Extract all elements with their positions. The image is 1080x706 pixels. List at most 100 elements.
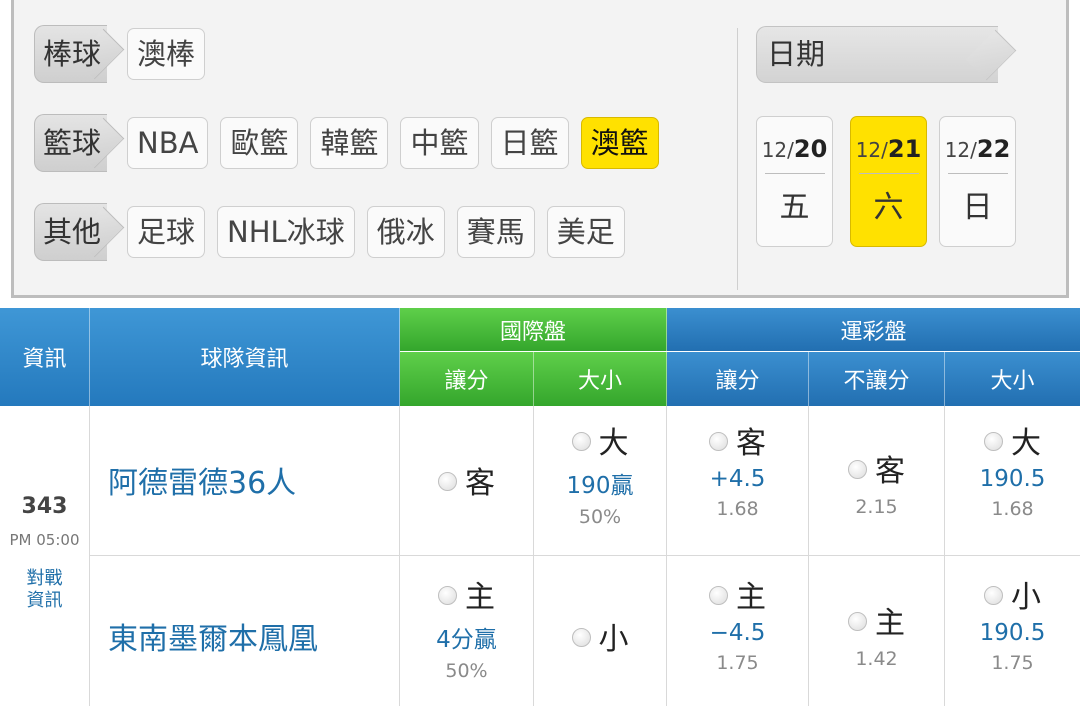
league-chip[interactable]: 美足 xyxy=(546,206,625,258)
bet-option: 主 4分贏 50% xyxy=(400,572,533,682)
date-text: 12/20 xyxy=(761,135,828,163)
bet-option: 客 xyxy=(400,458,533,502)
game-info-cell: 343 PM 05:00 對戰 資訊 xyxy=(0,406,90,706)
bet-odds: 1.75 xyxy=(716,652,759,674)
radio-icon[interactable] xyxy=(438,586,457,605)
game-number: 343 xyxy=(21,494,68,519)
matchup-line: 對戰 xyxy=(26,568,63,589)
lot-moneyline-away: 客 2.15 xyxy=(809,406,945,556)
bet-option: 小 190.5 1.75 xyxy=(945,572,1080,674)
intl-spread-home: 主 4分贏 50% xyxy=(400,556,534,706)
radio-icon[interactable] xyxy=(984,586,1003,605)
league-chip[interactable]: 賽馬 xyxy=(456,206,535,258)
date-card[interactable]: 12/20 五 xyxy=(756,116,833,247)
bet-label[interactable]: 主 xyxy=(809,598,944,642)
league-chip[interactable]: NBA xyxy=(127,117,209,169)
bet-label[interactable]: 客 xyxy=(400,458,533,502)
league-chip[interactable]: 足球 xyxy=(127,206,206,258)
league-chip[interactable]: 歐籃 xyxy=(220,117,299,169)
weekday-text: 五 xyxy=(779,190,810,225)
header-info: 資訊 xyxy=(0,308,90,406)
radio-icon[interactable] xyxy=(571,432,591,451)
lot-total-away: 大 190.5 1.68 xyxy=(945,406,1080,556)
team-cell-away: 阿德雷德36人 xyxy=(90,406,400,556)
category-row-basketball: 籃球 NBA 歐籃 韓籃 中籃 日籃 澳籃 xyxy=(34,114,671,172)
team-cell-home: 東南墨爾本鳳凰 xyxy=(90,556,400,706)
bet-odds: 1.68 xyxy=(991,498,1034,520)
team-name-away[interactable]: 阿德雷德36人 xyxy=(108,458,296,502)
header-intl-total: 大小 xyxy=(534,352,667,406)
bet-option: 客 2.15 xyxy=(809,446,944,518)
bet-odds: 50% xyxy=(578,506,622,528)
bet-label[interactable]: 大 xyxy=(534,418,666,462)
lot-total-home: 小 190.5 1.75 xyxy=(945,556,1080,706)
bet-label[interactable]: 小 xyxy=(945,572,1080,616)
bet-label[interactable]: 客 xyxy=(809,446,944,490)
date-separator xyxy=(764,173,825,174)
date-text: 12/21 xyxy=(855,135,922,163)
bet-option: 大 190.5 1.68 xyxy=(945,418,1080,520)
intl-spread-away: 客 xyxy=(400,406,534,556)
bet-value: 4分贏 xyxy=(436,627,497,653)
bet-odds: 1.42 xyxy=(855,648,898,670)
matchup-info-link[interactable]: 對戰 資訊 xyxy=(0,568,89,612)
radio-icon[interactable] xyxy=(438,472,457,491)
header-divider xyxy=(400,351,1080,352)
weekday-text: 日 xyxy=(962,190,993,225)
radio-icon[interactable] xyxy=(709,586,728,605)
header-intl-spread: 讓分 xyxy=(400,352,534,406)
bet-odds: 1.68 xyxy=(716,498,759,520)
bet-label[interactable]: 小 xyxy=(534,614,666,658)
league-chip-selected[interactable]: 澳籃 xyxy=(580,117,659,169)
bet-label[interactable]: 主 xyxy=(667,572,808,616)
header-lot-total: 大小 xyxy=(945,352,1080,406)
bet-odds: 2.15 xyxy=(855,496,898,518)
date-card[interactable]: 12/22 日 xyxy=(939,116,1016,247)
league-chip[interactable]: 俄冰 xyxy=(366,206,445,258)
lot-moneyline-home: 主 1.42 xyxy=(809,556,945,706)
bet-value: 190.5 xyxy=(979,466,1046,492)
category-row-other: 其他 足球 NHL冰球 俄冰 賽馬 美足 xyxy=(34,203,637,261)
weekday-text: 六 xyxy=(873,190,904,225)
bet-value: +4.5 xyxy=(709,466,766,492)
category-row-baseball: 棒球 澳棒 xyxy=(34,25,217,83)
team-name-home[interactable]: 東南墨爾本鳳凰 xyxy=(108,614,318,658)
bet-odds: 1.75 xyxy=(991,652,1034,674)
league-chip[interactable]: 日籃 xyxy=(490,117,569,169)
date-separator xyxy=(858,173,919,174)
bet-option: 主 −4.5 1.75 xyxy=(667,572,808,674)
bet-option: 客 +4.5 1.68 xyxy=(667,418,808,520)
radio-icon[interactable] xyxy=(848,612,867,631)
bet-label[interactable]: 大 xyxy=(945,418,1080,462)
radio-icon[interactable] xyxy=(709,432,728,451)
radio-icon[interactable] xyxy=(571,628,591,647)
header-lottery: 運彩盤 xyxy=(667,308,1080,351)
league-chip[interactable]: 中籃 xyxy=(400,117,479,169)
header-lot-moneyline: 不讓分 xyxy=(809,352,945,406)
header-team-info: 球隊資訊 xyxy=(90,308,400,406)
bet-option: 大 190贏 50% xyxy=(534,418,666,528)
panel-divider xyxy=(737,28,738,290)
category-label-baseball: 棒球 xyxy=(34,25,108,83)
bet-value: 190.5 xyxy=(979,620,1046,646)
category-label-other: 其他 xyxy=(34,203,108,261)
radio-icon[interactable] xyxy=(984,432,1003,451)
date-card-selected[interactable]: 12/21 六 xyxy=(850,116,927,247)
league-chip[interactable]: 韓籃 xyxy=(310,117,389,169)
header-lot-spread: 讓分 xyxy=(667,352,809,406)
game-time: PM 05:00 xyxy=(9,531,80,549)
league-chip[interactable]: 澳棒 xyxy=(127,28,206,80)
league-chip[interactable]: NHL冰球 xyxy=(217,206,355,258)
bet-value: 190贏 xyxy=(566,473,634,499)
filter-panel: 棒球 澳棒 籃球 NBA 歐籃 韓籃 中籃 日籃 澳籃 其他 足球 NHL冰球 … xyxy=(11,0,1069,298)
intl-total-away: 大 190贏 50% xyxy=(534,406,667,556)
bet-label[interactable]: 主 xyxy=(400,572,533,616)
bet-option: 主 1.42 xyxy=(809,598,944,670)
bet-odds: 50% xyxy=(445,660,488,682)
header-intl: 國際盤 xyxy=(400,308,667,351)
bet-value: −4.5 xyxy=(709,620,766,646)
radio-icon[interactable] xyxy=(848,460,867,479)
bet-label[interactable]: 客 xyxy=(667,418,808,462)
odds-table: 資訊 球隊資訊 國際盤 讓分 大小 運彩盤 讓分 不讓分 大小 343 PM 0… xyxy=(0,308,1080,706)
lot-spread-away: 客 +4.5 1.68 xyxy=(667,406,809,556)
